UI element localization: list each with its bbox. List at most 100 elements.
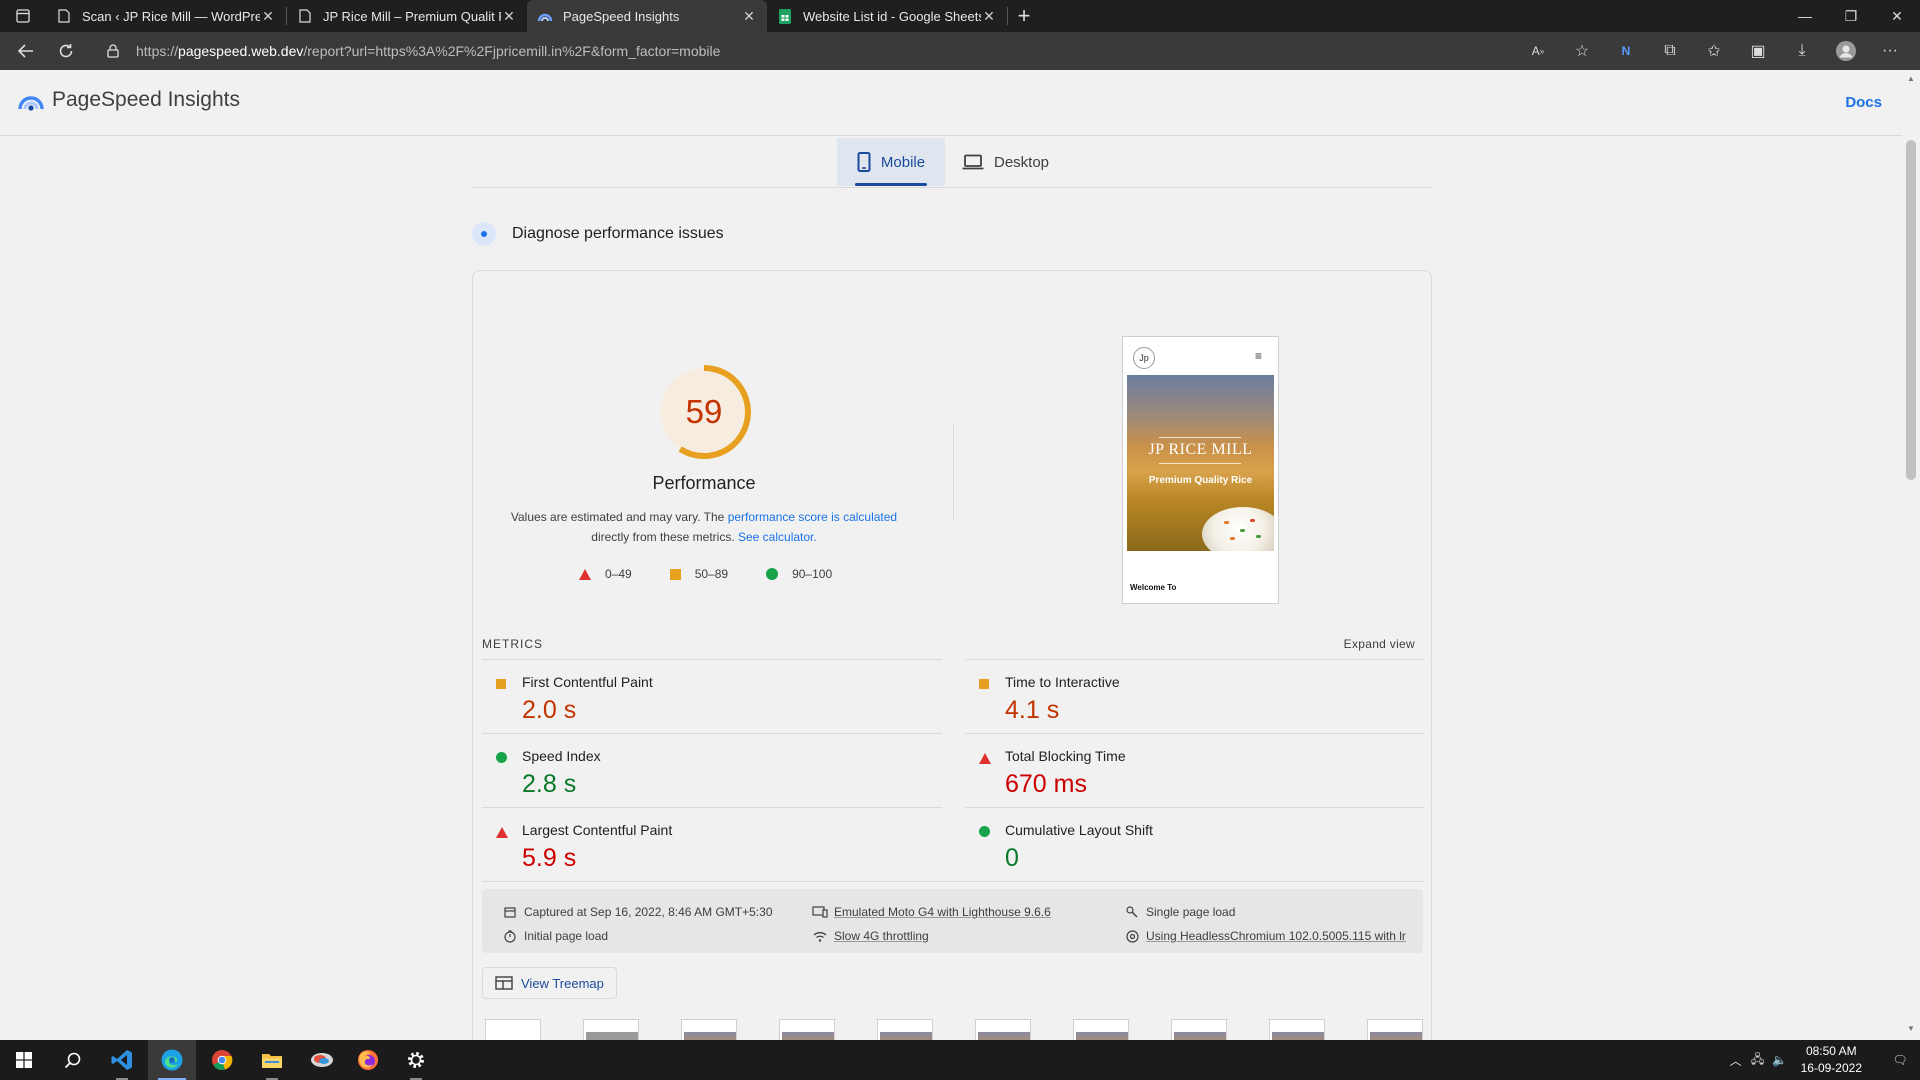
- favorites-icon[interactable]: ✩: [1692, 32, 1736, 70]
- chevron-up-icon[interactable]: ︿: [1725, 1052, 1747, 1069]
- extension-icon[interactable]: N: [1604, 32, 1648, 70]
- chrome-app[interactable]: [198, 1040, 246, 1080]
- close-tab-icon[interactable]: ✕: [741, 8, 757, 25]
- settings-app[interactable]: [392, 1040, 440, 1080]
- legend-item-poor: 0–49: [579, 567, 632, 581]
- settings-more-icon[interactable]: ···: [1868, 32, 1912, 70]
- edge-app[interactable]: [148, 1040, 196, 1080]
- browser-tab[interactable]: JP Rice Mill – Premium Qualit Rice ✕: [287, 0, 527, 32]
- scroll-up-icon[interactable]: ▲: [1906, 74, 1916, 83]
- page-viewport: PageSpeed Insights Docs Mobile Desktop D…: [0, 70, 1902, 1040]
- browser-tab-active[interactable]: PageSpeed Insights ✕: [527, 0, 767, 32]
- close-window-icon[interactable]: ✕: [1874, 0, 1920, 32]
- page-icon: [297, 8, 313, 24]
- initial-load-text: Initial page load: [524, 929, 609, 943]
- tab-actions-button[interactable]: [0, 0, 46, 32]
- docs-link[interactable]: Docs: [1845, 94, 1882, 111]
- run-info-throttling[interactable]: Slow 4G throttling: [812, 929, 929, 943]
- clock[interactable]: 08:50 AM 16-09-2022: [1801, 1043, 1862, 1077]
- tab-title: PageSpeed Insights: [563, 8, 680, 24]
- restore-icon[interactable]: ❐: [1828, 0, 1874, 32]
- metric-label: First Contentful Paint: [522, 674, 653, 690]
- filmstrip-frame: [975, 1019, 1031, 1040]
- pagespeed-logo-icon: [18, 96, 44, 111]
- file-explorer-app[interactable]: [248, 1040, 296, 1080]
- new-tab-button[interactable]: +: [1008, 0, 1040, 32]
- url-bar[interactable]: https://pagespeed.web.dev/report?url=htt…: [104, 36, 1524, 66]
- tab-desktop-label: Desktop: [994, 153, 1050, 171]
- downloads-icon[interactable]: ⤓: [1780, 32, 1824, 70]
- close-tab-icon[interactable]: ✕: [981, 8, 997, 25]
- run-info-device[interactable]: Emulated Moto G4 with Lighthouse 9.6.6: [812, 905, 1051, 919]
- address-toolbar: https://pagespeed.web.dev/report?url=htt…: [0, 32, 1920, 70]
- metric-value: 2.0 s: [522, 696, 577, 724]
- start-button[interactable]: [0, 1040, 48, 1080]
- psi-logo[interactable]: PageSpeed Insights: [18, 88, 240, 112]
- legend-item-average: 50–89: [669, 567, 728, 581]
- final-screenshot: Jp ≡ JP RICE MILL Premium Quality Rice W…: [1122, 336, 1279, 604]
- captured-text: Captured at Sep 16, 2022, 8:46 AM GMT+5:…: [524, 905, 773, 919]
- hero-rule: [1159, 437, 1241, 438]
- run-info-captured: Captured at Sep 16, 2022, 8:46 AM GMT+5:…: [502, 905, 773, 919]
- edge-icon: [161, 1049, 183, 1071]
- add-favorite-icon[interactable]: ☆: [1560, 32, 1604, 70]
- note-text-2: directly from these metrics.: [591, 530, 735, 544]
- metric-time-to-interactive: Time to Interactive 4.1 s: [965, 659, 1425, 733]
- metric-value: 0: [1005, 844, 1019, 872]
- back-button[interactable]: [6, 32, 46, 70]
- circle-icon: [766, 568, 779, 580]
- profile-avatar[interactable]: [1824, 32, 1868, 70]
- tab-desktop[interactable]: Desktop: [962, 138, 1062, 186]
- page-scrollbar[interactable]: ▲ ▼: [1902, 70, 1920, 1040]
- chrome-icon: [212, 1050, 233, 1070]
- minimize-icon[interactable]: —: [1782, 0, 1828, 32]
- note-text-1: Values are estimated and may vary. The: [510, 510, 725, 524]
- close-tab-icon[interactable]: ✕: [260, 8, 276, 25]
- app-title: PageSpeed Insights: [52, 88, 240, 111]
- view-treemap-button[interactable]: View Treemap: [482, 967, 617, 999]
- browser-tab[interactable]: Website List id - Google Sheets ✕: [767, 0, 1007, 32]
- notifications-icon[interactable]: 🗨: [1880, 1053, 1920, 1067]
- average-square-icon: [496, 679, 506, 689]
- see-calculator-link[interactable]: See calculator.: [738, 530, 817, 544]
- score-calculated-link[interactable]: performance score is calculated: [728, 510, 897, 524]
- metrics-divider: [482, 881, 1423, 882]
- firefox-app[interactable]: [344, 1040, 392, 1080]
- chromium-icon: [1124, 929, 1140, 943]
- windows-taskbar: ︿ 🖧 🔈 08:50 AM 16-09-2022 🗨: [0, 1040, 1920, 1080]
- good-circle-icon: [979, 826, 990, 837]
- performance-score: 59: [685, 393, 723, 430]
- throttling-text: Slow 4G throttling: [834, 929, 929, 943]
- search-icon: [64, 1052, 80, 1068]
- filmstrip-frame: [1269, 1019, 1325, 1040]
- metric-value: 2.8 s: [522, 770, 577, 798]
- volume-icon[interactable]: 🔈: [1769, 1053, 1791, 1067]
- run-info-initial-load: Initial page load: [502, 929, 608, 943]
- close-tab-icon[interactable]: ✕: [501, 8, 517, 25]
- diagnose-section-heading: Diagnose performance issues: [472, 222, 724, 246]
- scrollbar-thumb[interactable]: [1906, 140, 1916, 480]
- cloud-app-icon: [311, 1053, 333, 1067]
- network-icon[interactable]: 🖧: [1747, 1050, 1769, 1071]
- google-sheets-icon: [777, 8, 793, 24]
- tab-mobile[interactable]: Mobile: [837, 138, 945, 186]
- browser-tab[interactable]: Scan ‹ JP Rice Mill — WordPress ✕: [46, 0, 286, 32]
- mobile-phone-icon: [857, 152, 871, 172]
- filmstrip-frame: [1171, 1019, 1227, 1040]
- scroll-down-icon[interactable]: ▼: [1906, 1024, 1916, 1033]
- reload-button[interactable]: [46, 32, 86, 70]
- run-info-browser[interactable]: Using HeadlessChromium 102.0.5005.115 wi…: [1124, 929, 1406, 943]
- vscode-app[interactable]: [98, 1040, 146, 1080]
- lock-icon[interactable]: [104, 44, 122, 58]
- toolbar-icons: A» ☆ N ⧉ ✩ ▣ ⤓ ···: [1516, 32, 1912, 70]
- back-arrow-icon: [17, 44, 33, 58]
- app-launcher[interactable]: [298, 1040, 346, 1080]
- search-button[interactable]: [48, 1040, 96, 1080]
- tab-title: Website List id - Google Sheets: [803, 8, 981, 24]
- expand-view-toggle[interactable]: Expand view: [1344, 637, 1415, 651]
- window-controls: — ❐ ✕: [1782, 0, 1920, 32]
- collections-icon[interactable]: ▣: [1736, 32, 1780, 70]
- hamburger-menu-icon: ≡: [1254, 349, 1262, 363]
- extensions-icon[interactable]: ⧉: [1648, 32, 1692, 70]
- read-aloud-icon[interactable]: A»: [1516, 32, 1560, 70]
